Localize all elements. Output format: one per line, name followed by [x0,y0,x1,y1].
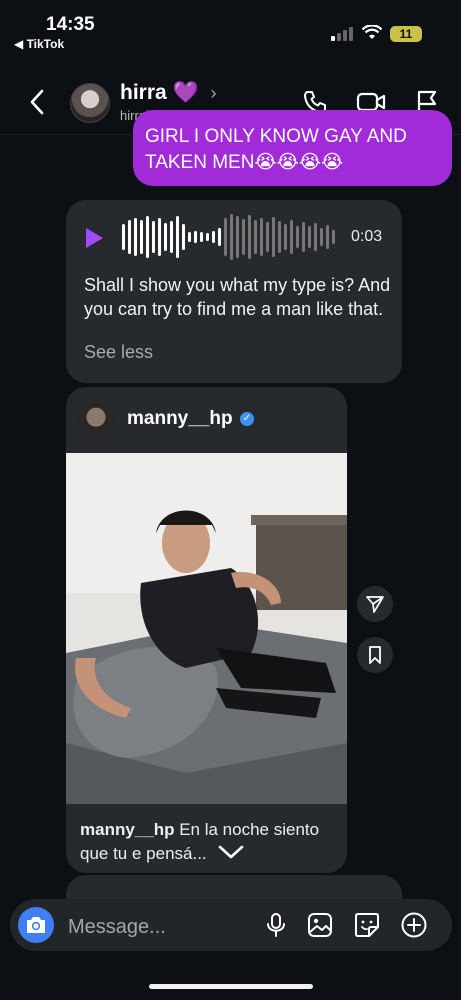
camera-button[interactable] [18,907,54,943]
gallery-icon[interactable] [306,911,334,939]
plus-icon[interactable] [400,911,428,939]
bookmark-icon [369,646,381,664]
contact-avatar[interactable] [70,83,110,123]
post-author-avatar[interactable] [78,401,114,437]
sticker-icon[interactable] [353,911,381,939]
voice-message-transcript: Shall I show you what my type is? And yo… [84,275,391,319]
save-post-button[interactable] [357,637,393,673]
caption-username: manny__hp [80,820,175,839]
post-author-username[interactable]: manny__hp [127,408,233,430]
contact-name-text: hirra 💜 [120,81,199,104]
audio-waveform[interactable] [122,212,342,262]
battery-indicator: 11 [390,26,422,42]
message-input[interactable] [66,913,260,941]
wifi-icon [362,25,382,39]
chevron-right-icon: › [210,83,217,103]
verified-badge-icon: ✓ [240,412,254,426]
camera-icon [27,917,45,933]
back-arrow-icon[interactable] [26,87,48,117]
mic-icon[interactable] [262,911,290,939]
back-to-app-link[interactable]: ◀ TikTok [14,37,64,51]
play-icon[interactable] [86,228,103,248]
chevron-down-icon[interactable] [216,842,246,862]
send-icon [366,596,384,613]
share-post-button[interactable] [357,586,393,622]
status-time: 14:35 [46,14,95,35]
home-indicator[interactable] [149,984,313,989]
voice-message-duration: 0:03 [351,228,383,245]
outgoing-message-text: GIRL I ONLY KNOW GAY AND TAKEN MEN😭😭😭😭 [145,126,407,173]
post-image[interactable] [66,453,347,804]
contact-name[interactable]: hirra 💜 › [120,81,217,105]
cellular-signal-icon [331,27,353,41]
multi-photo-icon [319,462,339,482]
see-less-link[interactable]: See less [84,342,153,363]
post-caption[interactable]: manny__hp En la noche siento que tu e pe… [80,818,340,866]
